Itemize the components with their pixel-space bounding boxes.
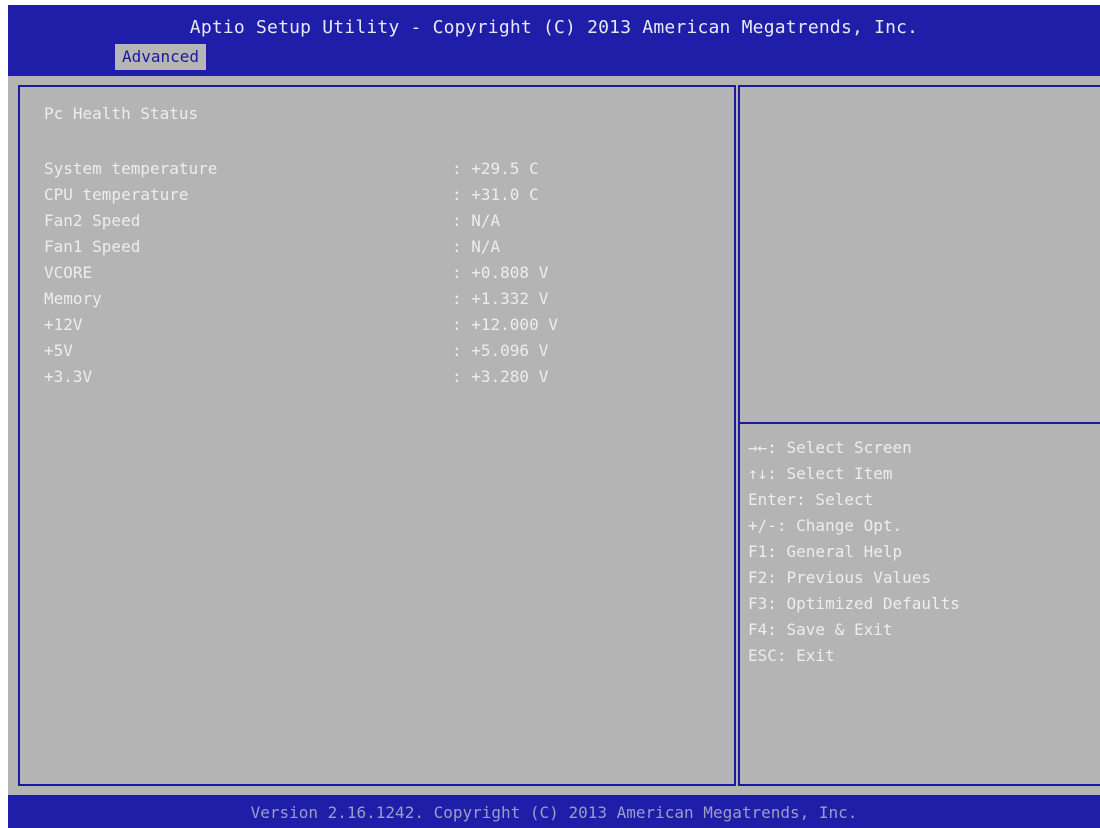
app-title: Aptio Setup Utility - Copyright (C) 2013…: [189, 17, 919, 38]
row-label: Fan1 Speed: [44, 237, 141, 256]
help-panel: →←: Select Screen ↑↓: Select Item Enter:…: [738, 85, 1100, 786]
row-label: +12V: [44, 315, 83, 334]
footer-bar: Version 2.16.1242. Copyright (C) 2013 Am…: [8, 795, 1100, 828]
row-12v: +12V : +12.000 V: [44, 312, 724, 338]
help-select-item: ↑↓: Select Item: [748, 464, 893, 483]
row-system-temperature: System temperature : +29.5 C: [44, 156, 724, 182]
row-3-3v: +3.3V : +3.280 V: [44, 364, 724, 390]
section-title: Pc Health Status: [44, 104, 199, 123]
row-memory: Memory : +1.332 V: [44, 286, 724, 312]
row-value: : +0.808 V: [452, 263, 549, 282]
help-general-help: F1: General Help: [748, 542, 903, 561]
health-status-list: System temperature : +29.5 C CPU tempera…: [44, 156, 724, 390]
row-label: +3.3V: [44, 367, 93, 386]
help-optimized-defaults: F3: Optimized Defaults: [748, 594, 960, 613]
bios-screen: Aptio Setup Utility - Copyright (C) 2013…: [8, 5, 1100, 828]
row-label: System temperature: [44, 159, 218, 178]
tab-advanced[interactable]: Advanced: [115, 44, 207, 70]
key-help-list: →←: Select Screen ↑↓: Select Item Enter:…: [748, 435, 1093, 669]
help-change-opt: +/-: Change Opt.: [748, 516, 903, 535]
row-label: +5V: [44, 341, 73, 360]
help-save-exit: F4: Save & Exit: [748, 620, 893, 639]
row-vcore: VCORE : +0.808 V: [44, 260, 724, 286]
row-value: : +3.280 V: [452, 367, 549, 386]
row-value: : +29.5 C: [452, 159, 539, 178]
row-fan2-speed: Fan2 Speed : N/A: [44, 208, 724, 234]
help-divider: [740, 422, 1100, 424]
row-value: : +12.000 V: [452, 315, 558, 334]
row-value: : N/A: [452, 211, 501, 230]
row-5v: +5V : +5.096 V: [44, 338, 724, 364]
help-enter-select: Enter: Select: [748, 490, 874, 509]
row-cpu-temperature: CPU temperature : +31.0 C: [44, 182, 724, 208]
help-select-screen: →←: Select Screen: [748, 438, 912, 457]
row-label: Fan2 Speed: [44, 211, 141, 230]
header-bar: Aptio Setup Utility - Copyright (C) 2013…: [8, 5, 1100, 82]
row-label: CPU temperature: [44, 185, 189, 204]
row-value: : +5.096 V: [452, 341, 549, 360]
row-value: : +1.332 V: [452, 289, 549, 308]
row-fan1-speed: Fan1 Speed : N/A: [44, 234, 724, 260]
help-previous-values: F2: Previous Values: [748, 568, 932, 587]
version-text: Version 2.16.1242. Copyright (C) 2013 Am…: [250, 803, 858, 822]
row-value: : +31.0 C: [452, 185, 539, 204]
content-area: Pc Health Status System temperature : +2…: [8, 76, 1100, 795]
row-value: : N/A: [452, 237, 501, 256]
row-label: VCORE: [44, 263, 93, 282]
settings-panel: Pc Health Status System temperature : +2…: [18, 85, 736, 786]
help-esc-exit: ESC: Exit: [748, 646, 835, 665]
row-label: Memory: [44, 289, 102, 308]
